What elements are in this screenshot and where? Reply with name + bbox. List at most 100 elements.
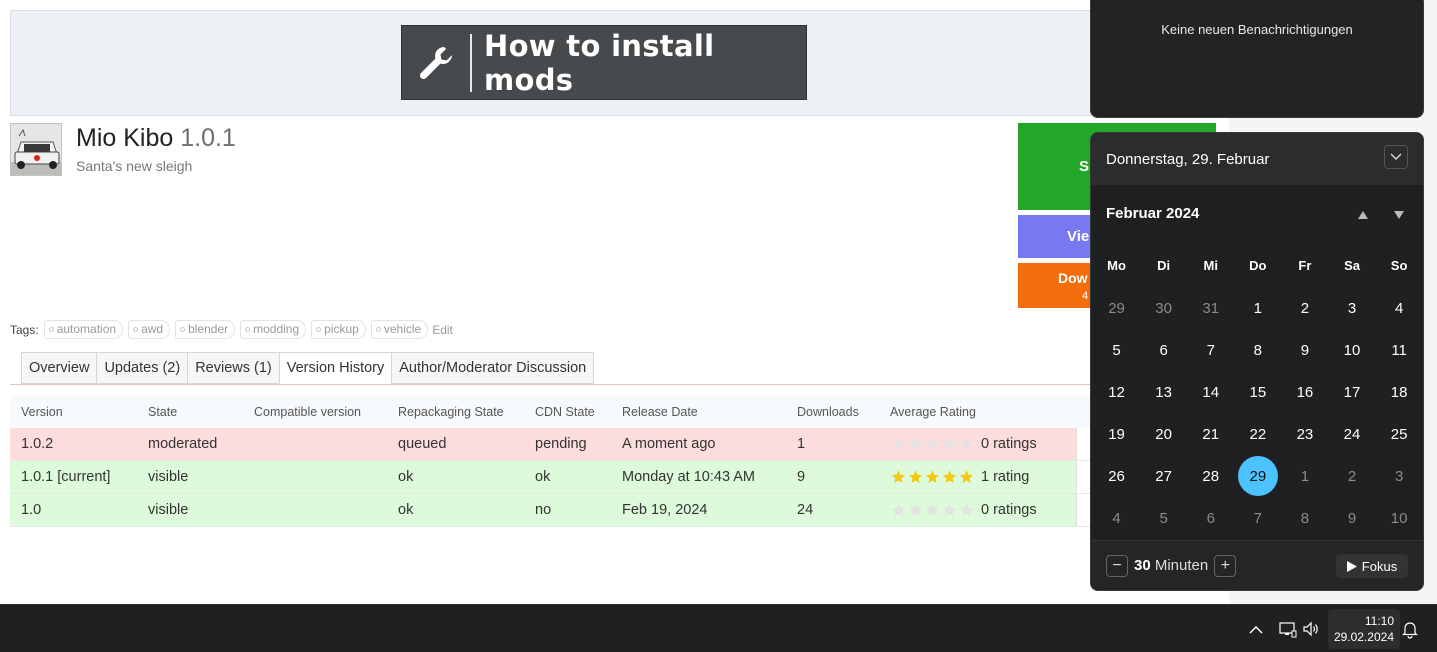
increase-minutes-button[interactable]: + <box>1214 554 1237 577</box>
calendar-day[interactable]: 3 <box>1328 287 1375 329</box>
calendar-day[interactable]: 4 <box>1376 287 1423 329</box>
rating-count: 0 ratings <box>981 436 1037 452</box>
calendar-day[interactable]: 20 <box>1140 413 1187 455</box>
tag-blender[interactable]: blender <box>175 320 236 339</box>
tab-reviews[interactable]: Reviews (1) <box>187 352 279 384</box>
focus-button[interactable]: Fokus <box>1336 554 1408 578</box>
banner-text: How to install mods <box>484 28 715 97</box>
triangle-down-icon[interactable] <box>1391 207 1407 223</box>
col-state: State <box>148 405 178 419</box>
calendar-day[interactable]: 4 <box>1093 497 1140 539</box>
calendar-day[interactable]: 6 <box>1187 497 1234 539</box>
calendar-day[interactable]: 31 <box>1187 287 1234 329</box>
tag-awd[interactable]: awd <box>128 320 171 339</box>
network-icon[interactable] <box>1278 619 1298 639</box>
calendar-day[interactable]: 23 <box>1281 413 1328 455</box>
cell-cdn: pending <box>535 436 587 452</box>
calendar-day[interactable]: 24 <box>1328 413 1375 455</box>
cell-repackaging: ok <box>398 469 414 485</box>
calendar-day[interactable]: 14 <box>1187 371 1234 413</box>
calendar-day[interactable]: 25 <box>1376 413 1423 455</box>
calendar-week: 5 6 7 8 9 10 11 <box>1093 329 1423 371</box>
calendar-grid: Mo Di Mi Do Fr Sa So 29 30 31 1 2 3 4 5 6 7 8 9 10 11 12 13 14… <box>1093 245 1423 539</box>
calendar-day[interactable]: 29 <box>1093 287 1140 329</box>
chevron-down-icon[interactable] <box>1384 145 1408 169</box>
cell-version[interactable]: 1.0.2 <box>10 436 148 452</box>
calendar-day[interactable]: 9 <box>1281 329 1328 371</box>
cell-release-date: Monday at 10:43 AM <box>622 469 755 485</box>
calendar-day[interactable]: 18 <box>1376 371 1423 413</box>
calendar-day[interactable]: 15 <box>1234 371 1281 413</box>
taskbar-clock[interactable]: 11:10 29.02.2024 <box>1328 609 1400 649</box>
rating-count: 1 rating <box>981 469 1030 485</box>
weekday-label: Mo <box>1107 258 1126 273</box>
mod-version: 1.0.1 <box>180 124 236 152</box>
calendar-day[interactable]: 8 <box>1281 497 1328 539</box>
calendar-month-label[interactable]: Februar 2024 <box>1106 205 1199 222</box>
notification-bell-icon[interactable] <box>1400 619 1420 639</box>
weekday-label: So <box>1390 258 1408 273</box>
tags-label: Tags: <box>10 322 39 337</box>
tag-vehicle[interactable]: vehicle <box>370 320 429 339</box>
calendar-week: 12 13 14 15 16 17 18 <box>1093 371 1423 413</box>
calendar-day[interactable]: 2 <box>1281 287 1328 329</box>
edit-tags-link[interactable]: Edit <box>432 323 453 337</box>
focus-minutes-value: 30 <box>1134 557 1151 574</box>
calendar-day[interactable]: 26 <box>1093 455 1140 497</box>
table-row: 1.0.1 [current] visible ok ok Monday at 10:4… <box>10 461 1090 494</box>
calendar-day[interactable]: 22 <box>1234 413 1281 455</box>
calendar-day[interactable]: 5 <box>1093 329 1140 371</box>
calendar-day[interactable]: 16 <box>1281 371 1328 413</box>
volume-icon[interactable] <box>1301 619 1321 639</box>
weekday-label: Do <box>1249 258 1267 273</box>
tab-author-moderator-discussion[interactable]: Author/Moderator Discussion <box>391 352 595 384</box>
calendar-day[interactable]: 7 <box>1234 497 1281 539</box>
cell-repackaging: ok <box>398 502 414 518</box>
calendar-day[interactable]: 1 <box>1281 455 1328 497</box>
calendar-date-text: Donnerstag, 29. Februar <box>1106 150 1270 168</box>
triangle-up-icon[interactable] <box>1355 207 1371 223</box>
wrench-icon <box>402 26 470 99</box>
calendar-day[interactable]: 5 <box>1140 497 1187 539</box>
cell-release-date: Feb 19, 2024 <box>622 502 708 518</box>
how-to-install-banner[interactable]: How to install mods <box>401 25 807 100</box>
calendar-day[interactable]: 27 <box>1140 455 1187 497</box>
cell-version[interactable]: 1.0.1 [current] <box>10 469 148 485</box>
calendar-day[interactable]: 19 <box>1093 413 1140 455</box>
calendar-day[interactable]: 3 <box>1376 455 1423 497</box>
taskbar-date: 29.02.2024 <box>1333 630 1394 644</box>
calendar-day[interactable]: 13 <box>1140 371 1187 413</box>
calendar-week: 19 20 21 22 23 24 25 <box>1093 413 1423 455</box>
calendar-day[interactable]: 8 <box>1234 329 1281 371</box>
calendar-day[interactable]: 21 <box>1187 413 1234 455</box>
cell-rating: 0 ratings <box>890 502 1090 518</box>
calendar-day[interactable]: 30 <box>1140 287 1187 329</box>
cell-state: visible <box>148 469 189 485</box>
calendar-day[interactable]: 10 <box>1328 329 1375 371</box>
mod-thumbnail[interactable] <box>10 123 62 176</box>
calendar-day[interactable]: 9 <box>1328 497 1375 539</box>
tab-overview[interactable]: Overview <box>21 352 97 384</box>
calendar-day[interactable]: 17 <box>1328 371 1375 413</box>
calendar-day[interactable]: 6 <box>1140 329 1187 371</box>
tab-version-history[interactable]: Version History <box>278 352 392 384</box>
no-notifications-text: Keine neuen Benachrichtigungen <box>1161 22 1353 37</box>
tab-updates[interactable]: Updates (2) <box>96 352 188 384</box>
decrease-minutes-button[interactable]: − <box>1106 554 1128 577</box>
calendar-day[interactable]: 10 <box>1376 497 1423 539</box>
focus-session-bar: − 30 Minuten + Fokus <box>1091 540 1423 590</box>
calendar-day[interactable]: 2 <box>1328 455 1375 497</box>
calendar-day-today[interactable]: 29 <box>1234 455 1281 497</box>
tag-automation[interactable]: automation <box>43 320 124 339</box>
calendar-day[interactable]: 1 <box>1234 287 1281 329</box>
calendar-day[interactable]: 11 <box>1376 329 1423 371</box>
tag-pickup[interactable]: pickup <box>311 320 366 339</box>
calendar-day[interactable]: 28 <box>1187 455 1234 497</box>
calendar-day[interactable]: 12 <box>1093 371 1140 413</box>
cell-rating: 1 rating <box>890 469 1090 485</box>
tag-modding[interactable]: modding <box>240 320 307 339</box>
chevron-up-icon[interactable] <box>1246 620 1266 638</box>
mod-title: Mio Kibo 1.0.1 <box>76 124 236 153</box>
calendar-day[interactable]: 7 <box>1187 329 1234 371</box>
cell-version[interactable]: 1.0 <box>10 502 148 518</box>
